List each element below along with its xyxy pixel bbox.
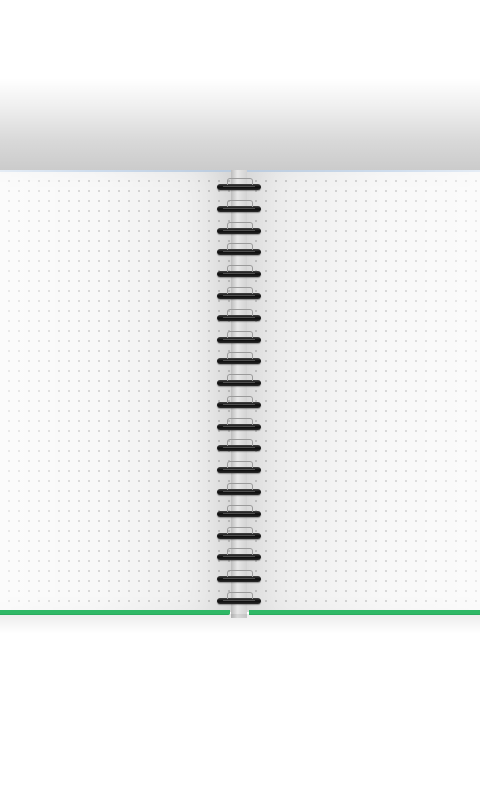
top-shadow: [0, 0, 480, 175]
spiral-ring: [217, 592, 261, 604]
spiral-ring: [217, 178, 261, 190]
spiral-ring: [217, 222, 261, 234]
notebook-scene: [0, 0, 480, 800]
right-page: [247, 170, 480, 612]
spiral-ring: [217, 331, 261, 343]
spiral-ring: [217, 374, 261, 386]
spiral-ring: [217, 309, 261, 321]
spiral-ring: [217, 505, 261, 517]
spiral-ring: [217, 483, 261, 495]
spiral-ring: [217, 527, 261, 539]
spiral-ring: [217, 265, 261, 277]
spiral-ring: [217, 352, 261, 364]
bottom-shadow: [0, 614, 480, 634]
spiral-ring: [217, 200, 261, 212]
spiral-ring: [217, 570, 261, 582]
spiral-ring: [217, 548, 261, 560]
spiral-ring: [217, 418, 261, 430]
spiral-ring: [217, 243, 261, 255]
spiral-ring: [217, 287, 261, 299]
spiral-ring: [217, 396, 261, 408]
left-page: [0, 170, 232, 612]
spiral-ring: [217, 461, 261, 473]
spiral-ring: [217, 439, 261, 451]
